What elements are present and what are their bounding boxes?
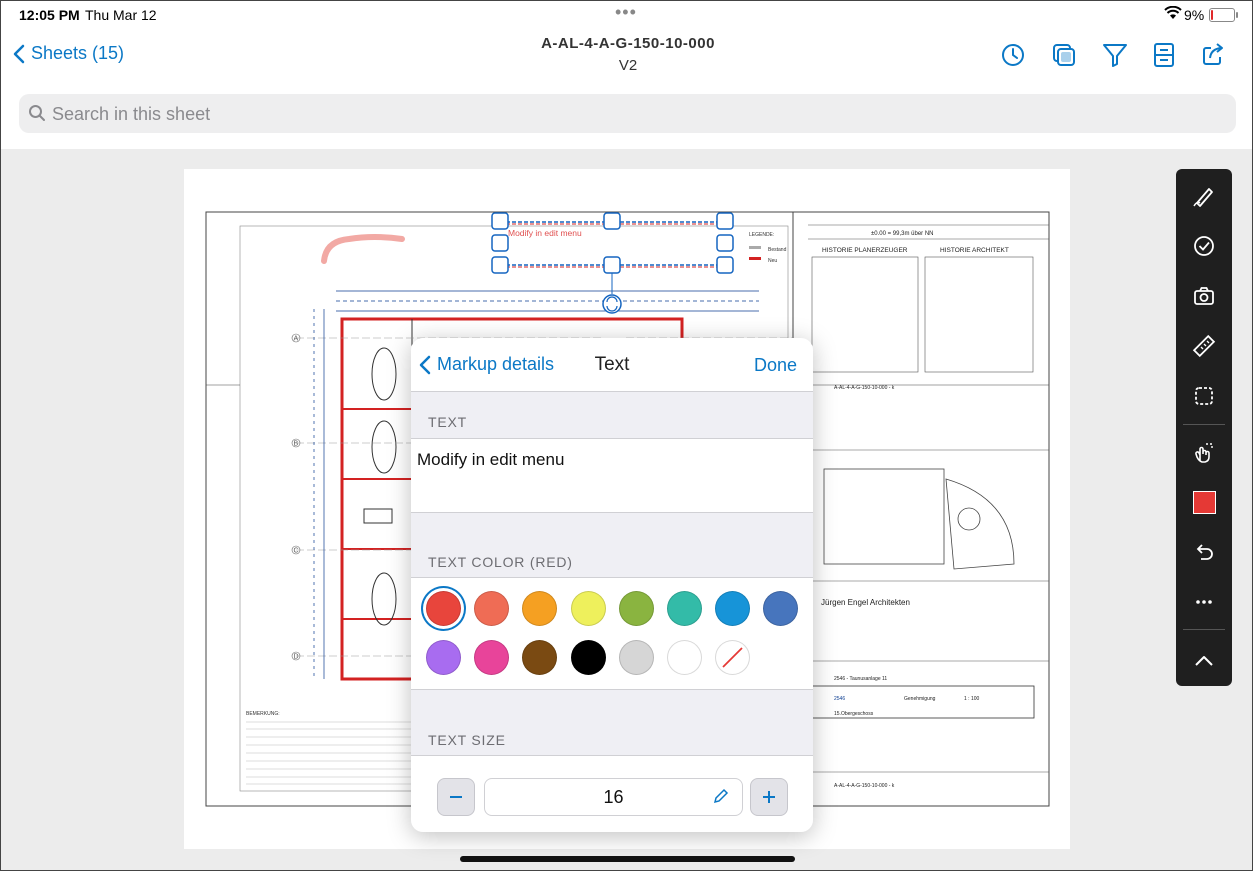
architect-firm: Jürgen Engel Architekten: [821, 598, 910, 607]
color-swatch-salmon[interactable]: [474, 591, 509, 626]
color-swatch-gray[interactable]: [619, 640, 654, 675]
active-color-swatch: [1192, 490, 1216, 514]
plus-icon: [763, 791, 775, 803]
search-icon: [28, 104, 46, 127]
share-icon[interactable]: [1199, 41, 1227, 69]
status-date: Thu Mar 12: [85, 7, 157, 23]
markup-details-back-button[interactable]: Markup details: [419, 354, 554, 375]
sheet-number: A-AL-4-A-G-150-10-000: [541, 35, 715, 52]
color-swatch[interactable]: [1184, 482, 1224, 522]
sheet-info-icon[interactable]: [1150, 41, 1178, 69]
remarks-title: BEMERKUNG:: [246, 711, 280, 717]
selected-text-markup[interactable]: Modify in edit menu: [491, 212, 734, 314]
back-label: Sheets (15): [31, 43, 125, 63]
color-swatch-green[interactable]: [619, 591, 654, 626]
status-time: 12:05 PM: [19, 7, 80, 23]
color-swatch-yellow[interactable]: [571, 591, 606, 626]
gesture-icon[interactable]: [1184, 432, 1224, 472]
home-indicator[interactable]: [460, 856, 795, 862]
color-swatch-dark-blue[interactable]: [763, 591, 798, 626]
color-swatch-orange[interactable]: [522, 591, 557, 626]
search-placeholder: Search in this sheet: [52, 104, 211, 124]
text-color-section-label: TEXT COLOR (RED): [428, 554, 573, 570]
project-number: 2546: [834, 696, 845, 702]
check-icon[interactable]: [1184, 226, 1224, 266]
sheet-version: V2: [618, 57, 638, 74]
scale-value: 1 : 100: [964, 696, 980, 702]
filter-icon[interactable]: [1101, 41, 1129, 69]
edit-pencil-icon: [712, 787, 730, 810]
wifi-icon: [1164, 5, 1182, 23]
grid-label-d: D: [294, 654, 299, 661]
text-size-section-label: TEXT SIZE: [428, 732, 506, 748]
battery-percent: 9%: [1184, 7, 1205, 23]
color-swatch-white[interactable]: [667, 640, 702, 675]
camera-icon[interactable]: [1184, 276, 1224, 316]
increase-size-button[interactable]: [750, 778, 788, 816]
elevation-note: ±0.00 = 99,3m über NN: [871, 231, 934, 237]
status-bar: 12:05 PM Thu Mar 12 ••• 9%: [1, 1, 1252, 29]
toolbar-divider: [1183, 629, 1225, 630]
markup-details-label: Markup details: [437, 354, 555, 374]
phase-value: Genehmigung: [904, 696, 936, 702]
navigation-bar: Sheets (15) A-AL-4-A-G-150-10-000 V2: [1, 29, 1252, 89]
ruler-icon[interactable]: [1184, 326, 1224, 366]
legend-new: Neu: [768, 258, 777, 264]
text-size-control: 16: [411, 755, 813, 832]
color-swatch-red[interactable]: [426, 591, 461, 626]
battery-icon: [1209, 8, 1238, 22]
grid-label-b: B: [294, 441, 299, 448]
color-swatch-purple[interactable]: [426, 640, 461, 675]
history-architect-heading: HISTORIE ARCHITEKT: [940, 247, 1009, 254]
pen-icon[interactable]: [1184, 176, 1224, 216]
grid-label-c: C: [294, 548, 299, 555]
color-swatch-black[interactable]: [571, 640, 606, 675]
minus-icon: [450, 796, 462, 798]
chevron-left-icon: [419, 355, 431, 374]
popover-header: Markup details Text Done: [411, 338, 813, 392]
markup-text-field[interactable]: Modify in edit menu: [411, 438, 813, 513]
text-section-label: TEXT: [428, 414, 467, 430]
text-size-value: 16: [603, 787, 624, 807]
legend-title: LEGENDE:: [749, 232, 774, 238]
done-button[interactable]: Done: [754, 355, 797, 376]
more-icon[interactable]: [1184, 582, 1224, 622]
app-window: 12:05 PM Thu Mar 12 ••• 9% Sheets (15) A…: [0, 0, 1253, 871]
decrease-size-button[interactable]: [437, 778, 475, 816]
sheet-code-top: A-AL-4-A-G-150-10-000 - k: [834, 385, 895, 391]
color-swatch-brown[interactable]: [522, 640, 557, 675]
legend-existing: Bestand: [768, 247, 787, 253]
project-name: 2546 - Taunusanlage 11: [834, 676, 887, 682]
color-swatch-none[interactable]: [715, 640, 750, 675]
color-swatch-teal[interactable]: [667, 591, 702, 626]
battery-level: [1211, 10, 1213, 20]
selection-icon[interactable]: [1184, 376, 1224, 416]
multitasking-dots-icon[interactable]: •••: [615, 3, 637, 21]
color-swatch-blue[interactable]: [715, 591, 750, 626]
sheet-code-bottom: A-AL-4-A-G-150-10-000 - k: [834, 783, 895, 789]
markup-text-value: Modify in edit menu: [417, 450, 565, 469]
color-swatch-pink[interactable]: [474, 640, 509, 675]
layers-icon[interactable]: [1050, 41, 1078, 69]
markup-details-popover: Markup details Text Done TEXT Modify in …: [411, 338, 813, 832]
history-icon[interactable]: [999, 41, 1027, 69]
history-planner-heading: HISTORIE PLANERZEUGER: [822, 247, 908, 254]
level-value: 15.Obergeschoss: [834, 711, 874, 717]
color-palette: [411, 577, 813, 690]
chevron-left-icon: [13, 44, 25, 63]
popover-arrow: [601, 322, 625, 339]
markup-text: Modify in edit menu: [508, 228, 582, 238]
markup-toolbar: [1176, 169, 1232, 686]
rotate-handle-icon[interactable]: [602, 294, 622, 314]
collapse-icon[interactable]: [1184, 641, 1224, 681]
back-to-sheets-button[interactable]: Sheets (15): [13, 43, 124, 64]
no-color-icon: [722, 647, 743, 668]
toolbar-divider: [1183, 424, 1225, 425]
text-size-field[interactable]: 16: [484, 778, 743, 816]
undo-icon[interactable]: [1184, 532, 1224, 572]
sheet-title: A-AL-4-A-G-150-10-000 V2: [471, 35, 785, 74]
search-input[interactable]: Search in this sheet: [19, 94, 1236, 133]
grid-label-a: A: [294, 336, 299, 343]
